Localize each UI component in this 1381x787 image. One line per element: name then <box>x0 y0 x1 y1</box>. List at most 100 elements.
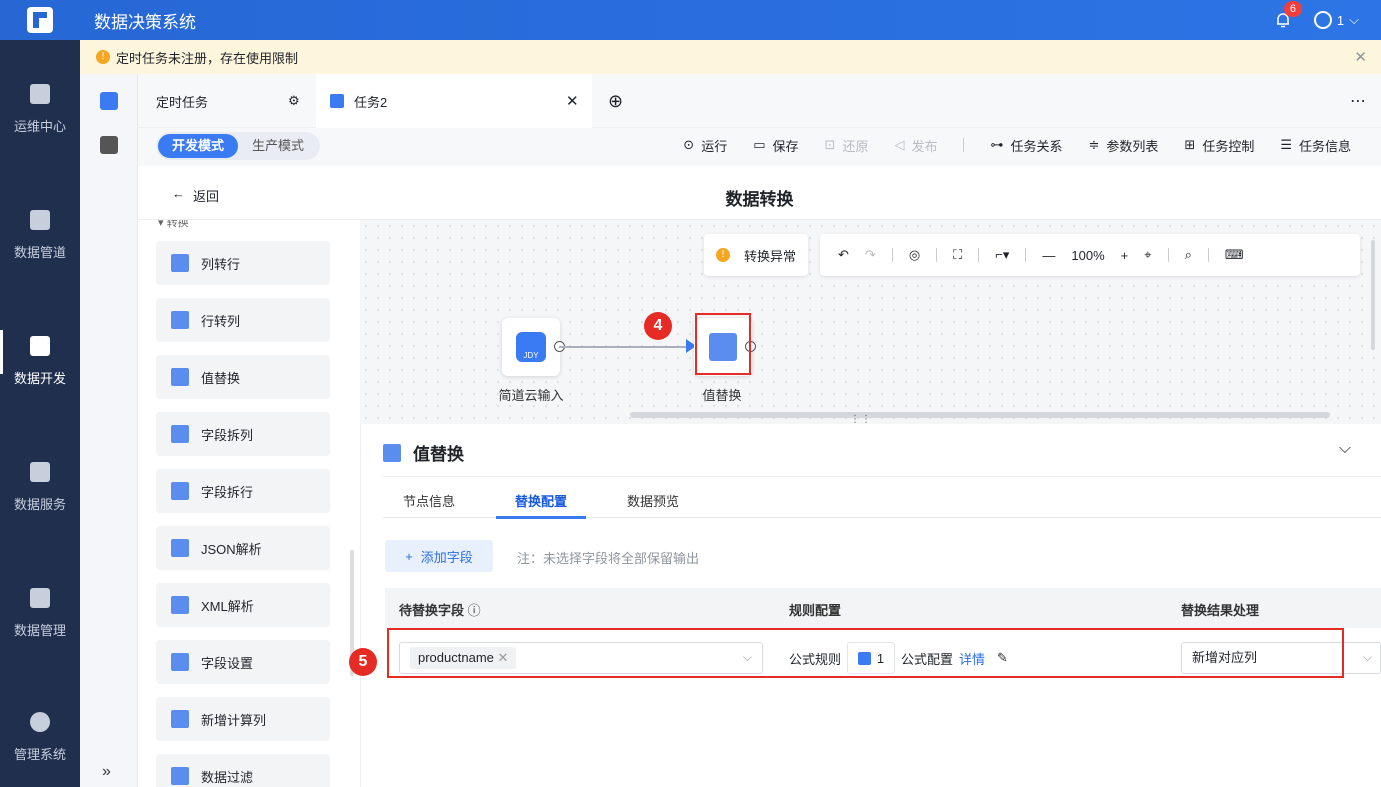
canvas-hscrollbar[interactable] <box>630 412 1330 418</box>
back-button[interactable]: ← 返回 <box>172 186 219 205</box>
fit-view-icon[interactable]: ⛶ <box>953 247 962 263</box>
tab-node-info[interactable]: 节点信息 <box>403 491 455 510</box>
json-icon <box>171 539 189 557</box>
canvas-toolbar: ↶ ↷ ◎ ⛶ ⌐▾ — 100% + ⌖ ⌕ ⌨ <box>820 234 1360 276</box>
close-tab-icon[interactable]: ✕ <box>566 92 579 110</box>
split-rows-icon <box>171 482 189 500</box>
palette-item-split-rows[interactable]: 字段拆行 <box>156 469 330 513</box>
palette-item-row-to-column[interactable]: 行转列 <box>156 298 330 342</box>
highlight-box <box>387 628 1344 678</box>
add-field-label: 添加字段 <box>420 549 473 565</box>
palette-item-json-parse[interactable]: JSON解析 <box>156 526 330 570</box>
divider <box>963 138 965 152</box>
divider <box>1207 248 1209 262</box>
zoom-in-icon[interactable]: + <box>1121 248 1129 263</box>
param-list-button[interactable]: ≑ 参数列表 <box>1088 136 1158 155</box>
more-options-icon[interactable]: ⋯ <box>1350 74 1366 128</box>
nav-item-data-service[interactable]: 数据服务 <box>0 462 80 513</box>
publish-button[interactable]: ◁ 发布 <box>894 136 937 155</box>
divider <box>978 248 980 262</box>
control-label: 任务控制 <box>1202 138 1255 154</box>
redo-icon[interactable]: ↷ <box>865 247 876 263</box>
user-menu[interactable]: 1 ⌵ <box>1313 11 1359 29</box>
secondary-sidebar: » <box>80 74 138 787</box>
task-relation-button[interactable]: ⊶ 任务关系 <box>990 136 1062 155</box>
canvas-vscrollbar[interactable] <box>1371 240 1375 350</box>
dev-mode-button[interactable]: 开发模式 <box>158 134 239 158</box>
main-sidebar: 运维中心 数据管道 数据开发 数据服务 数据管理 管理系统 <box>0 40 80 787</box>
palette-item-label: 新增计算列 <box>201 712 267 728</box>
app-logo[interactable] <box>0 0 80 40</box>
palette-item-value-replace[interactable]: 值替换 <box>156 355 330 399</box>
task-list-icon[interactable] <box>100 136 118 154</box>
relation-icon: ⊶ <box>990 137 1004 152</box>
computed-column-icon <box>171 710 189 728</box>
task-dev-icon[interactable] <box>100 92 118 110</box>
node-jdy-input[interactable]: JDY <box>502 318 560 376</box>
palette-item-xml-parse[interactable]: XML解析 <box>156 583 330 627</box>
nav-item-data-pipeline[interactable]: 数据管道 <box>0 210 80 261</box>
tab-label: 定时任务 <box>156 94 209 110</box>
expand-sidebar-icon[interactable]: » <box>102 763 111 781</box>
column-header: 待替换字段 ⓘ <box>399 600 481 619</box>
palette-item-label: XML解析 <box>201 598 254 614</box>
nav-item-data-dev[interactable]: 数据开发 <box>0 336 80 387</box>
palette-item-computed-column[interactable]: 新增计算列 <box>156 697 330 741</box>
tab-scheduled-tasks[interactable]: 定时任务 ⚙ <box>138 74 316 128</box>
restore-button[interactable]: ⊡ 还原 <box>825 136 869 155</box>
add-tab-icon[interactable]: ⊕ <box>608 74 623 128</box>
collapse-chevron-icon[interactable]: ⌵ <box>1339 440 1351 458</box>
xml-icon <box>171 596 189 614</box>
task-control-button[interactable]: ⊞ 任务控制 <box>1184 136 1254 155</box>
nav-label: 运维中心 <box>13 119 66 134</box>
user-name: 1 <box>1336 12 1345 28</box>
keyboard-icon[interactable]: ⌨ <box>1225 247 1244 263</box>
nav-item-admin-system[interactable]: 管理系统 <box>0 712 80 763</box>
flow-canvas[interactable]: ! 转换异常 ↶ ↷ ◎ ⛶ ⌐▾ — 100% + ⌖ ⌕ ⌨ JDY 简道云… <box>360 220 1381 425</box>
palette-item-field-settings[interactable]: 字段设置 <box>156 640 330 684</box>
add-field-button[interactable]: + 添加字段 <box>385 540 493 572</box>
notification-bell-icon[interactable]: 6 <box>1274 1 1302 29</box>
column-header: 替换结果处理 <box>1181 603 1260 618</box>
data-service-icon <box>30 462 50 482</box>
highlight-box <box>695 313 751 375</box>
nav-label: 数据管道 <box>13 245 66 260</box>
close-icon[interactable]: ✕ <box>1354 48 1367 66</box>
plus-icon: + <box>405 548 413 564</box>
task-info-button[interactable]: ☰ 任务信息 <box>1280 136 1351 155</box>
tab-data-preview[interactable]: 数据预览 <box>627 491 679 510</box>
palette-item-label: 字段拆行 <box>201 484 254 500</box>
warning-label: 转换异常 <box>743 248 796 264</box>
data-dev-icon <box>30 336 50 356</box>
tab-task2[interactable]: 任务2 ✕ <box>316 74 592 128</box>
palette-item-column-to-row[interactable]: 列转行 <box>156 241 330 285</box>
restore-label: 还原 <box>842 138 869 154</box>
palette-item-data-filter[interactable]: 数据过滤 <box>156 754 330 787</box>
tab-replace-config[interactable]: 替换配置 <box>515 491 567 510</box>
flow-edge[interactable] <box>559 346 691 348</box>
back-label: 返回 <box>193 189 220 204</box>
palette-item-split-columns[interactable]: 字段拆列 <box>156 412 330 456</box>
transform-warning-button[interactable]: ! 转换异常 <box>704 234 808 276</box>
locate-icon[interactable]: ⌖ <box>1144 247 1151 263</box>
nav-item-ops-center[interactable]: 运维中心 <box>0 84 80 135</box>
top-bar: 数据决策系统 6 1 ⌵ <box>0 0 1381 40</box>
nav-item-data-management[interactable]: 数据管理 <box>0 588 80 639</box>
settings-icon[interactable]: ⚙ <box>288 93 300 109</box>
task-toolbar: 开发模式 生产模式 ⊙ 运行 ▭ 保存 ⊡ 还原 ◁ 发布 ⊶ 任务关系 ≑ 参数列表 ⊞ 任… <box>138 128 1381 166</box>
palette-section-title: ▾ 转换 <box>158 220 189 229</box>
undo-icon[interactable]: ↶ <box>838 247 849 263</box>
prod-mode-button[interactable]: 生产模式 <box>238 134 318 158</box>
save-button[interactable]: ▭ 保存 <box>753 136 798 155</box>
zoom-out-icon[interactable]: — <box>1042 248 1055 263</box>
connector-style-icon[interactable]: ⌐▾ <box>995 247 1009 263</box>
app-title: 数据决策系统 <box>94 12 196 32</box>
info-icon[interactable]: ⓘ <box>468 603 481 618</box>
fingerprint-icon[interactable]: ◎ <box>909 247 920 263</box>
search-icon[interactable]: ⌕ <box>1185 247 1192 263</box>
run-button[interactable]: ⊙ 运行 <box>683 136 727 155</box>
row-to-column-icon <box>171 311 189 329</box>
params-label: 参数列表 <box>1106 138 1159 154</box>
node-label: 简道云输入 <box>498 388 564 403</box>
notification-count-badge: 6 <box>1283 1 1302 17</box>
